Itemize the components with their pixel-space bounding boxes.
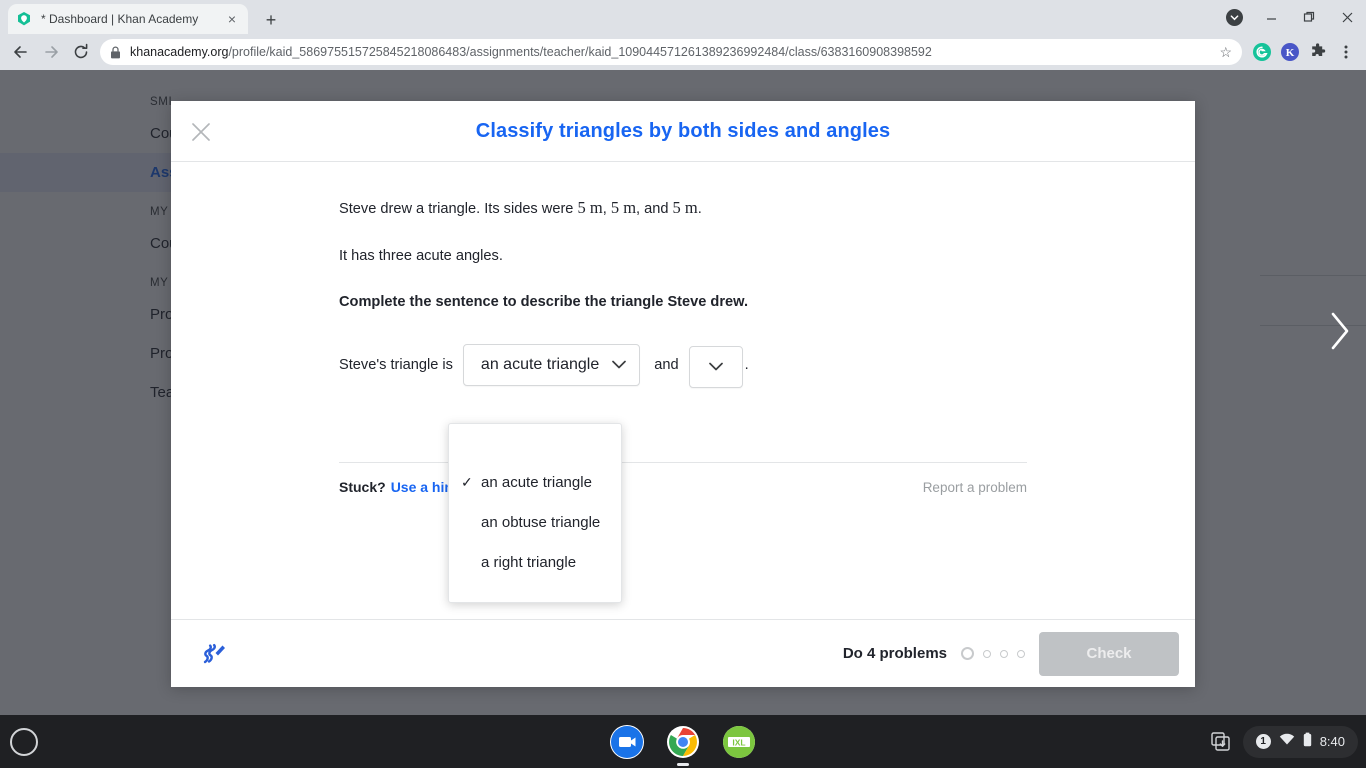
forward-button[interactable]	[36, 37, 66, 67]
clock: 8:40	[1319, 734, 1345, 749]
measure-3: 5 m	[672, 198, 698, 217]
question-line-2: It has three acute angles.	[339, 247, 503, 264]
page-title: Classify triangles by both sides and ang…	[475, 119, 891, 142]
answer-prefix: Steve's triangle is	[339, 356, 453, 373]
minimize-button[interactable]	[1252, 0, 1290, 34]
lock-icon	[110, 45, 121, 59]
measure-1: 5 m	[577, 198, 603, 217]
next-page-arrow-icon[interactable]	[1328, 310, 1352, 352]
dropdown-options-menu: ✓ an acute triangle an obtuse triangle a…	[448, 423, 622, 603]
dropdown-option-right[interactable]: a right triangle	[449, 542, 621, 582]
dropdown-option-label: an obtuse triangle	[481, 513, 601, 531]
stuck-label: Stuck?	[339, 479, 386, 495]
tab-strip: * Dashboard | Khan Academy × +	[0, 0, 1366, 34]
triangle-angle-dropdown[interactable]: an acute triangle	[462, 343, 641, 386]
url-path: /profile/kaid_586975515725845218086483/a…	[228, 45, 932, 59]
wifi-icon	[1279, 733, 1295, 751]
question-text-post: .	[697, 201, 702, 217]
question-instruction: Complete the sentence to describe the tr…	[339, 294, 749, 311]
screen-capture-icon[interactable]	[1205, 726, 1237, 758]
exercise-modal: Classify triangles by both sides and ang…	[171, 101, 1195, 687]
window-controls	[1216, 0, 1366, 34]
shelf-app-icons: IXL	[610, 724, 756, 759]
dropdown-selected-value: an acute triangle	[480, 355, 600, 373]
close-icon[interactable]	[189, 120, 213, 144]
grammarly-icon[interactable]	[1248, 38, 1276, 66]
google-chrome-icon[interactable]	[666, 725, 700, 759]
answer-row: Steve's triangle is an acute triangle an…	[339, 342, 1027, 388]
browser-window: * Dashboard | Khan Academy × + khanacade…	[0, 0, 1366, 715]
scratchpad-pencil-icon[interactable]	[197, 637, 231, 671]
modal-body: Steve drew a triangle. Its sides were 5 …	[171, 162, 1195, 619]
question-sep-2: , and	[636, 201, 673, 217]
three-dot-menu-icon[interactable]	[1332, 38, 1360, 66]
khan-academy-icon[interactable]: K	[1276, 38, 1304, 66]
back-button[interactable]	[6, 37, 36, 67]
launcher-icon[interactable]	[10, 727, 38, 756]
download-indicator-icon[interactable]	[1216, 0, 1252, 34]
modal-footer: Do 4 problems Check	[171, 619, 1195, 687]
close-window-button[interactable]	[1328, 0, 1366, 34]
stuck-hint-group: Stuck? Use a hint	[339, 479, 458, 495]
modal-header: Classify triangles by both sides and ang…	[171, 101, 1195, 162]
chevron-down-icon	[708, 362, 723, 371]
chevron-down-icon	[612, 360, 627, 369]
puzzle-extensions-icon[interactable]	[1304, 38, 1332, 66]
progress-dot-2	[983, 649, 991, 658]
shelf-status-area: 1 8:40	[1205, 725, 1358, 758]
khan-academy-leaf-icon	[16, 11, 32, 27]
check-button[interactable]: Check	[1039, 631, 1179, 676]
progress-dot-1	[961, 647, 974, 660]
svg-text:IXL: IXL	[732, 737, 745, 747]
notification-badge: 1	[1255, 734, 1271, 749]
google-meet-icon[interactable]	[610, 724, 644, 759]
problems-count-label: Do 4 problems	[842, 645, 947, 662]
bookmark-star-icon[interactable]: ☆	[1211, 44, 1232, 61]
url-domain: khanacademy.org	[130, 45, 229, 59]
question-line-1: Steve drew a triangle. Its sides were 5 …	[339, 195, 1027, 221]
maximize-button[interactable]	[1290, 0, 1328, 34]
measure-2: 5 m	[610, 198, 637, 217]
answer-conjunction: and	[654, 356, 679, 373]
chromeos-shelf: IXL 1 8:40	[0, 715, 1366, 768]
report-a-problem-link[interactable]: Report a problem	[923, 480, 1027, 495]
reload-button[interactable]	[66, 37, 96, 67]
answer-suffix: .	[744, 356, 749, 373]
browser-toolbar: khanacademy.org/profile/kaid_58697551572…	[0, 34, 1366, 70]
dropdown-option-label: a right triangle	[481, 553, 577, 571]
triangle-sides-dropdown[interactable]	[688, 345, 743, 388]
problem-progress-dots	[961, 647, 1025, 660]
dropdown-option-acute[interactable]: ✓ an acute triangle	[449, 462, 621, 502]
hint-row: Stuck? Use a hint Report a problem	[339, 479, 1027, 495]
dropdown-option-label: an acute triangle	[481, 473, 592, 491]
svg-text:K: K	[1286, 47, 1295, 59]
progress-dot-3	[1000, 649, 1008, 658]
new-tab-button[interactable]: +	[258, 8, 284, 34]
divider	[339, 462, 1027, 463]
system-tray[interactable]: 1 8:40	[1242, 725, 1358, 758]
address-bar[interactable]: khanacademy.org/profile/kaid_58697551572…	[100, 39, 1242, 65]
check-icon: ✓	[461, 473, 473, 490]
dropdown-option-obtuse[interactable]: an obtuse triangle	[449, 502, 621, 542]
progress-dot-4	[1017, 649, 1025, 658]
question-sep-1: ,	[602, 201, 611, 217]
footer-right-group: Do 4 problems Check	[842, 631, 1179, 676]
tab-close-icon[interactable]: ×	[224, 11, 240, 27]
question-text-pre: Steve drew a triangle. Its sides were	[339, 201, 578, 217]
battery-icon	[1303, 732, 1312, 752]
browser-tab[interactable]: * Dashboard | Khan Academy ×	[8, 4, 248, 34]
address-bar-url: khanacademy.org/profile/kaid_58697551572…	[130, 45, 932, 59]
tab-title: * Dashboard | Khan Academy	[41, 12, 199, 26]
ixl-icon[interactable]: IXL	[722, 725, 756, 759]
